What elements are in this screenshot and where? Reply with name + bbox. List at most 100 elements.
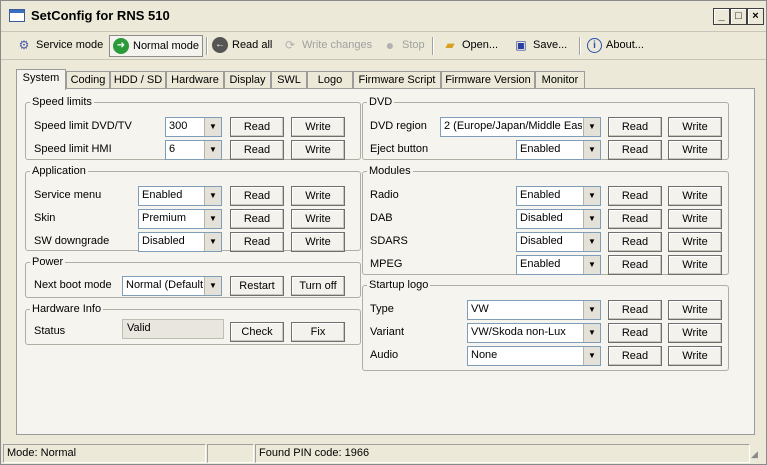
open-button[interactable]: ▰ Open...: [439, 35, 498, 55]
chevron-down-icon: ▼: [583, 187, 600, 205]
write-service-menu-button[interactable]: Write: [291, 186, 345, 206]
read-logo-type-button[interactable]: Read: [608, 300, 662, 320]
restart-button[interactable]: Restart: [230, 276, 284, 296]
read-radio-button[interactable]: Read: [608, 186, 662, 206]
chevron-down-icon: ▼: [204, 118, 221, 136]
radio-label: Radio: [370, 189, 399, 201]
write-logo-audio-button[interactable]: Write: [668, 346, 722, 366]
toolbar-separator: [579, 37, 581, 55]
read-skin-button[interactable]: Read: [230, 209, 284, 229]
chevron-down-icon: ▼: [583, 233, 600, 251]
logo-variant-select[interactable]: VW/Skoda non-Lux ▼: [467, 323, 601, 343]
sw-downgrade-select[interactable]: Disabled ▼: [138, 232, 222, 252]
speed-limits-title: Speed limits: [32, 96, 92, 108]
read-logo-variant-button[interactable]: Read: [608, 323, 662, 343]
mpeg-label: MPEG: [370, 258, 403, 270]
service-mode-button[interactable]: ⚙ Service mode: [13, 35, 104, 55]
window-title: SetConfig for RNS 510: [31, 8, 170, 23]
chevron-down-icon: ▼: [583, 324, 600, 342]
refresh-icon: ⟳: [284, 38, 296, 52]
fix-button[interactable]: Fix: [291, 322, 345, 342]
app-window-icon: [9, 9, 25, 22]
maximize-button[interactable]: □: [730, 8, 747, 25]
chevron-down-icon: ▼: [583, 118, 600, 136]
normal-mode-button[interactable]: ➜ Normal mode: [109, 35, 203, 57]
dvd-region-select[interactable]: 2 (Europe/Japan/Middle East ▼: [440, 117, 601, 137]
tab-coding[interactable]: Coding: [66, 71, 110, 89]
next-boot-mode-select[interactable]: Normal (Default) ▼: [122, 276, 222, 296]
dvd-title: DVD: [369, 96, 393, 108]
minimize-button[interactable]: _: [713, 8, 730, 25]
tab-swl[interactable]: SWL: [271, 71, 307, 89]
read-speed-limit-hmi-button[interactable]: Read: [230, 140, 284, 160]
write-sdars-button[interactable]: Write: [668, 232, 722, 252]
sdars-select[interactable]: Disabled ▼: [516, 232, 601, 252]
status-middle: [207, 444, 254, 463]
write-sw-downgrade-button[interactable]: Write: [291, 232, 345, 252]
write-speed-limit-dvd-tv-button[interactable]: Write: [291, 117, 345, 137]
system-tab-panel: Speed limits Speed limit DVD/TV 300 ▼ Re…: [16, 88, 755, 435]
write-dab-button[interactable]: Write: [668, 209, 722, 229]
application-title: Application: [32, 165, 86, 177]
hardware-status-label: Status: [34, 325, 66, 337]
service-menu-select[interactable]: Enabled ▼: [138, 186, 222, 206]
speed-limit-dvd-tv-select[interactable]: 300 ▼: [165, 117, 222, 137]
chevron-down-icon: ▼: [583, 256, 600, 274]
tab-monitor[interactable]: Monitor: [535, 71, 585, 89]
read-sdars-button[interactable]: Read: [608, 232, 662, 252]
tab-system[interactable]: System: [16, 69, 66, 90]
read-sw-downgrade-button[interactable]: Read: [230, 232, 284, 252]
read-service-menu-button[interactable]: Read: [230, 186, 284, 206]
check-button[interactable]: Check: [230, 322, 284, 342]
arrow-right-circle-icon: ➜: [113, 38, 129, 54]
read-eject-button-button[interactable]: Read: [608, 140, 662, 160]
write-skin-button[interactable]: Write: [291, 209, 345, 229]
speed-limit-dvd-tv-label: Speed limit DVD/TV: [34, 120, 132, 132]
write-logo-type-button[interactable]: Write: [668, 300, 722, 320]
power-title: Power: [32, 256, 64, 268]
about-button[interactable]: i About...: [584, 35, 644, 55]
write-dvd-region-button[interactable]: Write: [668, 117, 722, 137]
write-radio-button[interactable]: Write: [668, 186, 722, 206]
skin-label: Skin: [34, 212, 56, 224]
read-speed-limit-dvd-tv-button[interactable]: Read: [230, 117, 284, 137]
write-changes-button[interactable]: ⟳ Write changes: [279, 35, 372, 55]
tab-firmware-script[interactable]: Firmware Script: [353, 71, 441, 89]
tab-hardware[interactable]: Hardware: [166, 71, 224, 89]
status-pin-code: Found PIN code: 1966: [255, 444, 750, 463]
radio-select[interactable]: Enabled ▼: [516, 186, 601, 206]
toolbar: ⚙ Service mode ➜ Normal mode ← Read all …: [1, 32, 766, 60]
save-button[interactable]: ▣ Save...: [510, 35, 567, 55]
tab-firmware-version[interactable]: Firmware Version: [441, 71, 535, 89]
write-eject-button-button[interactable]: Write: [668, 140, 722, 160]
resize-grip-icon[interactable]: ◢: [751, 448, 763, 460]
status-mode: Mode: Normal: [3, 444, 206, 463]
read-dvd-region-button[interactable]: Read: [608, 117, 662, 137]
logo-type-select[interactable]: VW ▼: [467, 300, 601, 320]
logo-audio-select[interactable]: None ▼: [467, 346, 601, 366]
write-mpeg-button[interactable]: Write: [668, 255, 722, 275]
tab-logo[interactable]: Logo: [307, 71, 353, 89]
stop-icon: ●: [385, 37, 395, 53]
mpeg-select[interactable]: Enabled ▼: [516, 255, 601, 275]
read-logo-audio-button[interactable]: Read: [608, 346, 662, 366]
sw-downgrade-label: SW downgrade: [34, 235, 110, 247]
read-mpeg-button[interactable]: Read: [608, 255, 662, 275]
title-bar: SetConfig for RNS 510 _ □ ×: [1, 1, 766, 32]
chevron-down-icon: ▼: [204, 277, 221, 295]
folder-icon: ▰: [445, 38, 455, 52]
dab-select[interactable]: Disabled ▼: [516, 209, 601, 229]
skin-select[interactable]: Premium ▼: [138, 209, 222, 229]
turn-off-button[interactable]: Turn off: [291, 276, 345, 296]
write-speed-limit-hmi-button[interactable]: Write: [291, 140, 345, 160]
read-all-button[interactable]: ← Read all: [209, 35, 272, 55]
speed-limit-hmi-select[interactable]: 6 ▼: [165, 140, 222, 160]
write-logo-variant-button[interactable]: Write: [668, 323, 722, 343]
logo-variant-label: Variant: [370, 326, 405, 338]
close-button[interactable]: ×: [747, 8, 764, 25]
tab-hdd-sd[interactable]: HDD / SD: [110, 71, 166, 89]
stop-button[interactable]: ● Stop: [379, 35, 425, 55]
eject-button-select[interactable]: Enabled ▼: [516, 140, 601, 160]
tab-display[interactable]: Display: [224, 71, 271, 89]
read-dab-button[interactable]: Read: [608, 209, 662, 229]
